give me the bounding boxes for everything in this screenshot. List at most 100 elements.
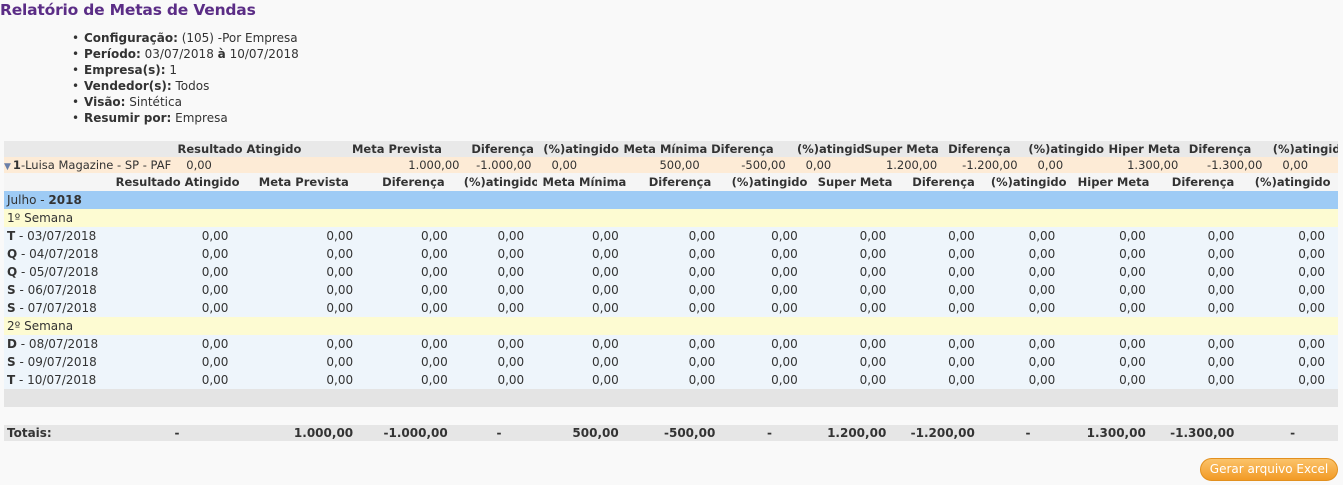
detail-header-cell: (%)atingido bbox=[728, 173, 811, 191]
day-value-cell: 0,00 bbox=[1068, 335, 1159, 353]
day-value-cell: 0,00 bbox=[899, 227, 988, 245]
day-value-cell: 0,00 bbox=[728, 281, 811, 299]
week-label: 1º Semana bbox=[4, 209, 1338, 227]
day-value-cell: 0,00 bbox=[460, 335, 538, 353]
day-value-cell: 0,00 bbox=[366, 299, 461, 317]
summary-header-row: Resultado Atingido Meta Prevista Diferença… bbox=[4, 141, 1338, 157]
day-value-cell: 0,00 bbox=[460, 227, 538, 245]
week-row: 1º Semana bbox=[4, 209, 1338, 227]
day-value-cell: 0,00 bbox=[631, 281, 729, 299]
day-value-cell: 0,00 bbox=[631, 371, 729, 389]
summary-value-cell: 1.300,00 bbox=[1127, 158, 1179, 172]
day-value-cell: 0,00 bbox=[1158, 335, 1248, 353]
day-date: T - 03/07/2018 bbox=[4, 227, 113, 245]
day-value-cell: 0,00 bbox=[899, 281, 988, 299]
summary-value-cell: 0,00 bbox=[186, 158, 212, 172]
summary-value-cell: 1.000,00 bbox=[408, 158, 460, 172]
detail-header-cell: (%)atingido bbox=[460, 173, 538, 191]
summary-company-row[interactable]: ▼ 1-Luisa Magazine - SP - PAF 0,00 1.000,00… bbox=[4, 157, 1338, 173]
day-value-cell: 0,00 bbox=[899, 353, 988, 371]
day-value-cell: 0,00 bbox=[460, 281, 538, 299]
day-value-cell: 0,00 bbox=[987, 281, 1069, 299]
day-value-cell: 0,00 bbox=[810, 299, 900, 317]
day-value-cell: 0,00 bbox=[810, 281, 900, 299]
day-value-cell: 0,00 bbox=[1247, 353, 1338, 371]
day-value-cell: 0,00 bbox=[112, 371, 242, 389]
day-value-cell: 0,00 bbox=[810, 335, 900, 353]
day-value-cell: 0,00 bbox=[1158, 299, 1248, 317]
day-value-cell: 0,00 bbox=[1158, 245, 1248, 263]
day-value-cell: 0,00 bbox=[1068, 353, 1159, 371]
summary-value-cell: 0,00 bbox=[805, 158, 832, 172]
day-value-cell: 0,00 bbox=[366, 353, 461, 371]
totals-label: Totais: bbox=[4, 425, 113, 441]
summary-header-cell: Diferença bbox=[948, 142, 1011, 156]
day-value-cell: 0,00 bbox=[460, 371, 538, 389]
spacer-row bbox=[4, 389, 1338, 407]
collapse-icon[interactable]: ▼ bbox=[4, 159, 11, 173]
day-value-cell: 0,00 bbox=[112, 353, 242, 371]
summary-header-cell: Meta Mínima bbox=[623, 142, 708, 156]
detail-table: Resultado Atingido Meta Prevista Diferença… bbox=[4, 173, 1338, 441]
day-row: Q - 04/07/2018 0,00 0,00 0,00 0,00 0,00 0,00 0,… bbox=[4, 245, 1338, 263]
summary-header-cell: (%)atingido bbox=[1028, 142, 1105, 156]
summary-header-cell: Super Meta bbox=[864, 142, 939, 156]
day-date: Q - 04/07/2018 bbox=[4, 245, 113, 263]
summary-table: Resultado Atingido Meta Prevista Diferença… bbox=[4, 141, 1338, 173]
day-value-cell: 0,00 bbox=[112, 281, 242, 299]
day-value-cell: 0,00 bbox=[1247, 371, 1338, 389]
totals-value-cell: -1.300,00 bbox=[1158, 425, 1248, 441]
totals-value-cell: -1.000,00 bbox=[366, 425, 461, 441]
totals-value-cell: 1.200,00 bbox=[810, 425, 900, 441]
totals-value-cell: 1.300,00 bbox=[1068, 425, 1159, 441]
day-value-cell: 0,00 bbox=[1068, 245, 1159, 263]
day-value-cell: 0,00 bbox=[1068, 263, 1159, 281]
param-visao: Visão: Sintética bbox=[70, 94, 299, 110]
day-date: T - 10/07/2018 bbox=[4, 371, 113, 389]
day-value-cell: 0,00 bbox=[1158, 353, 1248, 371]
day-value-cell: 0,00 bbox=[460, 299, 538, 317]
detail-header-cell: Diferença bbox=[899, 173, 988, 191]
week-row: 2º Semana bbox=[4, 317, 1338, 335]
day-value-cell: 0,00 bbox=[241, 353, 367, 371]
summary-company-name[interactable]: ▼ 1-Luisa Magazine - SP - PAF bbox=[4, 157, 176, 173]
day-row: S - 07/07/2018 0,00 0,00 0,00 0,00 0,00 0,00 0,… bbox=[4, 299, 1338, 317]
day-value-cell: 0,00 bbox=[366, 335, 461, 353]
day-value-cell: 0,00 bbox=[899, 371, 988, 389]
summary-value-cell: 0,00 bbox=[551, 158, 578, 172]
day-value-cell: 0,00 bbox=[810, 245, 900, 263]
export-excel-button[interactable]: Gerar arquivo Excel bbox=[1200, 458, 1338, 481]
summary-header-cell: Diferença bbox=[711, 142, 774, 156]
summary-header-cell: (%)atingido bbox=[796, 142, 865, 156]
day-value-cell: 0,00 bbox=[537, 299, 632, 317]
day-value-cell: 0,00 bbox=[112, 335, 242, 353]
day-value-cell: 0,00 bbox=[987, 353, 1069, 371]
totals-value-cell: - bbox=[1247, 425, 1338, 441]
day-value-cell: 0,00 bbox=[987, 371, 1069, 389]
day-value-cell: 0,00 bbox=[366, 263, 461, 281]
day-value-cell: 0,00 bbox=[1068, 371, 1159, 389]
day-value-cell: 0,00 bbox=[112, 227, 242, 245]
summary-header-cell: Resultado Atingido bbox=[177, 142, 302, 156]
param-empresa: Empresa(s): 1 bbox=[70, 62, 299, 78]
day-value-cell: 0,00 bbox=[631, 353, 729, 371]
day-date: D - 08/07/2018 bbox=[4, 335, 113, 353]
day-value-cell: 0,00 bbox=[1247, 299, 1338, 317]
totals-value-cell: -1.200,00 bbox=[899, 425, 988, 441]
day-row: Q - 05/07/2018 0,00 0,00 0,00 0,00 0,00 0,00 0,… bbox=[4, 263, 1338, 281]
summary-value-cell: 0,00 bbox=[1282, 158, 1309, 172]
totals-value-cell: - bbox=[987, 425, 1069, 441]
detail-header-cell: Diferença bbox=[1158, 173, 1248, 191]
day-row: S - 09/07/2018 0,00 0,00 0,00 0,00 0,00 0,00 0,… bbox=[4, 353, 1338, 371]
day-value-cell: 0,00 bbox=[810, 227, 900, 245]
day-value-cell: 0,00 bbox=[112, 263, 242, 281]
day-value-cell: 0,00 bbox=[810, 353, 900, 371]
totals-value-cell: -500,00 bbox=[631, 425, 729, 441]
param-vendedor: Vendedor(s): Todos bbox=[70, 78, 299, 94]
totals-value-cell: - bbox=[112, 425, 242, 441]
day-value-cell: 0,00 bbox=[366, 371, 461, 389]
day-row: T - 10/07/2018 0,00 0,00 0,00 0,00 0,00 0,00 0,… bbox=[4, 371, 1338, 389]
day-value-cell: 0,00 bbox=[987, 227, 1069, 245]
day-value-cell: 0,00 bbox=[1247, 281, 1338, 299]
day-value-cell: 0,00 bbox=[728, 227, 811, 245]
